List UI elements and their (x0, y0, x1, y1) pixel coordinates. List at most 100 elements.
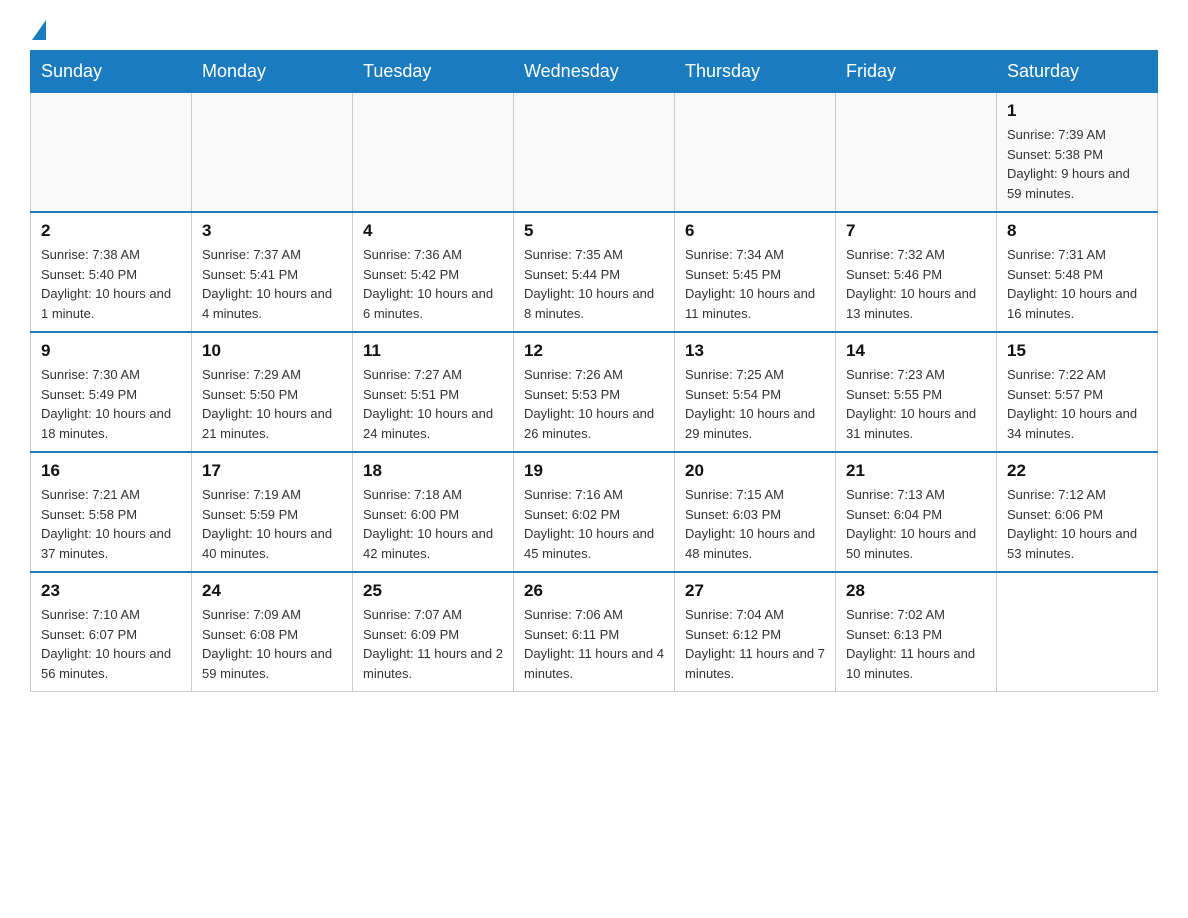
calendar-cell (675, 93, 836, 213)
calendar-cell: 1 Sunrise: 7:39 AM Sunset: 5:38 PM Daylig… (997, 93, 1158, 213)
day-number: 10 (202, 341, 342, 361)
weekday-header-sunday: Sunday (31, 51, 192, 93)
day-info: Sunrise: 7:29 AM Sunset: 5:50 PM Dayligh… (202, 365, 342, 443)
day-info: Sunrise: 7:19 AM Sunset: 5:59 PM Dayligh… (202, 485, 342, 563)
calendar-cell: 3Sunrise: 7:37 AM Sunset: 5:41 PM Daylig… (192, 212, 353, 332)
day-number: 20 (685, 461, 825, 481)
day-info: Sunrise: 7:26 AM Sunset: 5:53 PM Dayligh… (524, 365, 664, 443)
calendar-cell: 26 Sunrise: 7:06 AM Sunset: 6:11 PM Dayli… (514, 572, 675, 692)
calendar-cell (31, 93, 192, 213)
calendar-cell: 6 Sunrise: 7:34 AM Sunset: 5:45 PM Daylig… (675, 212, 836, 332)
day-info: Sunrise: 7:39 AM Sunset: 5:38 PM Dayligh… (1007, 125, 1147, 203)
calendar-cell: 2 Sunrise: 7:38 AM Sunset: 5:40 PM Daylig… (31, 212, 192, 332)
calendar-cell: 14 Sunrise: 7:23 AM Sunset: 5:55 PM Dayli… (836, 332, 997, 452)
day-number: 12 (524, 341, 664, 361)
calendar-cell: 10 Sunrise: 7:29 AM Sunset: 5:50 PM Dayli… (192, 332, 353, 452)
day-info: Sunrise: 7:15 AM Sunset: 6:03 PM Dayligh… (685, 485, 825, 563)
logo (30, 20, 48, 40)
day-info: Sunrise: 7:12 AM Sunset: 6:06 PM Dayligh… (1007, 485, 1147, 563)
calendar-cell (192, 93, 353, 213)
day-info: Sunrise: 7:16 AM Sunset: 6:02 PM Dayligh… (524, 485, 664, 563)
calendar-cell: 27 Sunrise: 7:04 AM Sunset: 6:12 PM Dayli… (675, 572, 836, 692)
calendar-week-3: 9 Sunrise: 7:30 AM Sunset: 5:49 PM Daylig… (31, 332, 1158, 452)
calendar-cell: 22 Sunrise: 7:12 AM Sunset: 6:06 PM Dayli… (997, 452, 1158, 572)
day-number: 18 (363, 461, 503, 481)
day-number: 2 (41, 221, 181, 241)
day-number: 19 (524, 461, 664, 481)
day-number: 21 (846, 461, 986, 481)
day-info: Sunrise: 7:04 AM Sunset: 6:12 PM Dayligh… (685, 605, 825, 683)
calendar-week-4: 16 Sunrise: 7:21 AM Sunset: 5:58 PM Dayli… (31, 452, 1158, 572)
day-info: Sunrise: 7:02 AM Sunset: 6:13 PM Dayligh… (846, 605, 986, 683)
calendar-cell: 4 Sunrise: 7:36 AM Sunset: 5:42 PM Daylig… (353, 212, 514, 332)
calendar-cell (997, 572, 1158, 692)
calendar-cell: 23 Sunrise: 7:10 AM Sunset: 6:07 PM Dayli… (31, 572, 192, 692)
day-info: Sunrise: 7:10 AM Sunset: 6:07 PM Dayligh… (41, 605, 181, 683)
weekday-header-wednesday: Wednesday (514, 51, 675, 93)
calendar-cell: 24Sunrise: 7:09 AM Sunset: 6:08 PM Dayli… (192, 572, 353, 692)
day-info: Sunrise: 7:09 AM Sunset: 6:08 PM Dayligh… (202, 605, 342, 683)
calendar-cell: 20 Sunrise: 7:15 AM Sunset: 6:03 PM Dayli… (675, 452, 836, 572)
calendar-cell: 28 Sunrise: 7:02 AM Sunset: 6:13 PM Dayli… (836, 572, 997, 692)
calendar-cell: 8 Sunrise: 7:31 AM Sunset: 5:48 PM Daylig… (997, 212, 1158, 332)
logo-arrow-icon (32, 20, 46, 40)
day-number: 6 (685, 221, 825, 241)
day-info: Sunrise: 7:30 AM Sunset: 5:49 PM Dayligh… (41, 365, 181, 443)
day-info: Sunrise: 7:13 AM Sunset: 6:04 PM Dayligh… (846, 485, 986, 563)
calendar-cell: 18 Sunrise: 7:18 AM Sunset: 6:00 PM Dayli… (353, 452, 514, 572)
day-number: 9 (41, 341, 181, 361)
day-number: 26 (524, 581, 664, 601)
calendar-cell: 7Sunrise: 7:32 AM Sunset: 5:46 PM Daylig… (836, 212, 997, 332)
day-number: 4 (363, 221, 503, 241)
day-info: Sunrise: 7:31 AM Sunset: 5:48 PM Dayligh… (1007, 245, 1147, 323)
day-info: Sunrise: 7:22 AM Sunset: 5:57 PM Dayligh… (1007, 365, 1147, 443)
calendar-cell: 15Sunrise: 7:22 AM Sunset: 5:57 PM Dayli… (997, 332, 1158, 452)
day-number: 27 (685, 581, 825, 601)
day-number: 13 (685, 341, 825, 361)
weekday-header-tuesday: Tuesday (353, 51, 514, 93)
calendar-cell: 12 Sunrise: 7:26 AM Sunset: 5:53 PM Dayli… (514, 332, 675, 452)
day-info: Sunrise: 7:07 AM Sunset: 6:09 PM Dayligh… (363, 605, 503, 683)
calendar-cell: 13 Sunrise: 7:25 AM Sunset: 5:54 PM Dayli… (675, 332, 836, 452)
day-number: 28 (846, 581, 986, 601)
calendar-cell: 25 Sunrise: 7:07 AM Sunset: 6:09 PM Dayli… (353, 572, 514, 692)
day-number: 22 (1007, 461, 1147, 481)
day-info: Sunrise: 7:27 AM Sunset: 5:51 PM Dayligh… (363, 365, 503, 443)
calendar-cell: 19 Sunrise: 7:16 AM Sunset: 6:02 PM Dayli… (514, 452, 675, 572)
day-info: Sunrise: 7:06 AM Sunset: 6:11 PM Dayligh… (524, 605, 664, 683)
weekday-header-monday: Monday (192, 51, 353, 93)
calendar-cell (514, 93, 675, 213)
day-number: 16 (41, 461, 181, 481)
weekday-header-thursday: Thursday (675, 51, 836, 93)
day-number: 1 (1007, 101, 1147, 121)
day-info: Sunrise: 7:25 AM Sunset: 5:54 PM Dayligh… (685, 365, 825, 443)
weekday-header-friday: Friday (836, 51, 997, 93)
day-info: Sunrise: 7:35 AM Sunset: 5:44 PM Dayligh… (524, 245, 664, 323)
day-info: Sunrise: 7:23 AM Sunset: 5:55 PM Dayligh… (846, 365, 986, 443)
day-number: 25 (363, 581, 503, 601)
calendar-cell (836, 93, 997, 213)
day-info: Sunrise: 7:34 AM Sunset: 5:45 PM Dayligh… (685, 245, 825, 323)
calendar-cell: 16 Sunrise: 7:21 AM Sunset: 5:58 PM Dayli… (31, 452, 192, 572)
calendar-cell: 11 Sunrise: 7:27 AM Sunset: 5:51 PM Dayli… (353, 332, 514, 452)
calendar-week-2: 2 Sunrise: 7:38 AM Sunset: 5:40 PM Daylig… (31, 212, 1158, 332)
calendar-cell: 9 Sunrise: 7:30 AM Sunset: 5:49 PM Daylig… (31, 332, 192, 452)
day-number: 14 (846, 341, 986, 361)
calendar-cell: 21 Sunrise: 7:13 AM Sunset: 6:04 PM Dayli… (836, 452, 997, 572)
day-number: 11 (363, 341, 503, 361)
day-info: Sunrise: 7:18 AM Sunset: 6:00 PM Dayligh… (363, 485, 503, 563)
calendar-cell: 17Sunrise: 7:19 AM Sunset: 5:59 PM Dayli… (192, 452, 353, 572)
calendar-week-5: 23 Sunrise: 7:10 AM Sunset: 6:07 PM Dayli… (31, 572, 1158, 692)
calendar-week-1: 1 Sunrise: 7:39 AM Sunset: 5:38 PM Daylig… (31, 93, 1158, 213)
day-number: 8 (1007, 221, 1147, 241)
day-number: 7 (846, 221, 986, 241)
page-header (30, 20, 1158, 40)
calendar-cell: 5 Sunrise: 7:35 AM Sunset: 5:44 PM Daylig… (514, 212, 675, 332)
calendar-cell (353, 93, 514, 213)
day-info: Sunrise: 7:21 AM Sunset: 5:58 PM Dayligh… (41, 485, 181, 563)
day-info: Sunrise: 7:38 AM Sunset: 5:40 PM Dayligh… (41, 245, 181, 323)
day-number: 5 (524, 221, 664, 241)
day-number: 23 (41, 581, 181, 601)
day-info: Sunrise: 7:36 AM Sunset: 5:42 PM Dayligh… (363, 245, 503, 323)
weekday-header-saturday: Saturday (997, 51, 1158, 93)
